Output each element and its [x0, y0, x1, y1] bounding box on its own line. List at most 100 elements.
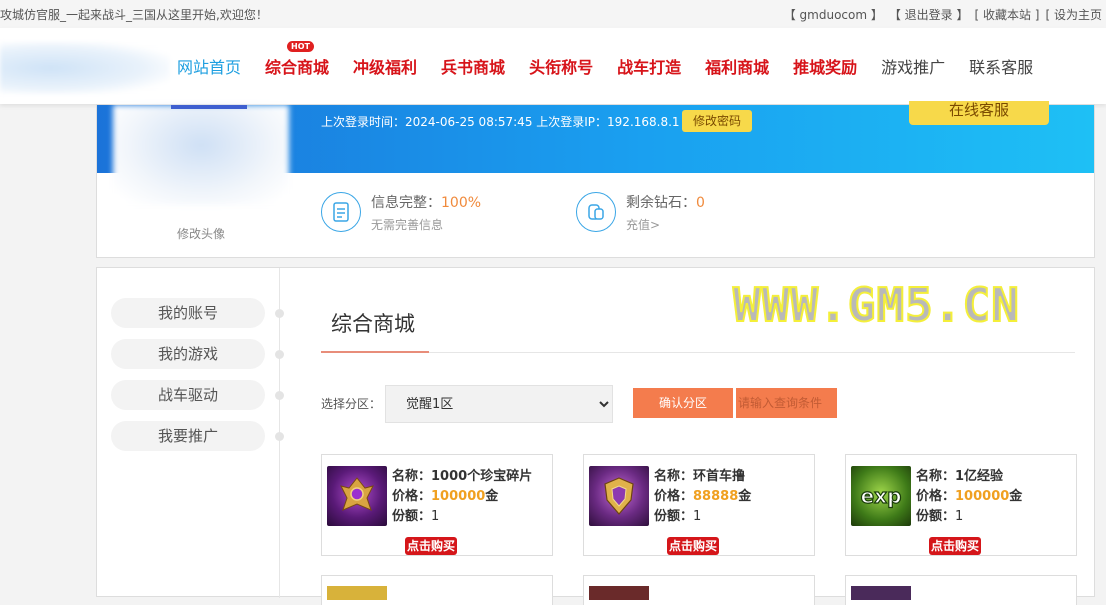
zone-select[interactable]: 觉醒1区 — [385, 385, 613, 423]
product-info: 名称：1000个珍宝碎片 价格：100000金 份额：1 — [392, 467, 532, 527]
info-sub: 无需完善信息 — [371, 218, 444, 232]
product-price-row: 价格：88888金 — [654, 487, 751, 507]
diamond-label: 剩余钻石：0 — [626, 192, 705, 212]
nav-item-mall-label: 综合商城 — [265, 58, 330, 77]
product-share-row: 份额：1 — [916, 507, 1022, 527]
logout-link[interactable]: 【 退出登录 】 — [889, 6, 969, 23]
info-value: 100% — [441, 195, 482, 211]
share-label: 份额： — [392, 509, 432, 524]
zone-label: 选择分区： — [321, 397, 382, 411]
document-icon — [321, 192, 361, 232]
welcome-text: 攻城仿官服_一起来战斗_三国从这里开始,欢迎您！ — [0, 8, 268, 22]
product-card-partial — [845, 575, 1077, 605]
svg-text:exp: exp — [861, 484, 902, 508]
profile-card: 上次登录时间：2024-06-25 08:57:45 上次登录IP：192.16… — [96, 101, 1095, 258]
nav-items: 网站首页 综合商城 HOT 冲级福利 兵书商城 头衔称号 战车打造 福利商城 推… — [165, 28, 1045, 104]
nav-item-push-reward[interactable]: 推城奖励 — [781, 54, 869, 78]
diamond-label-text: 剩余钻石： — [626, 195, 696, 211]
avatar[interactable] — [113, 105, 289, 205]
price-unit: 金 — [1009, 489, 1023, 504]
name-label: 名称： — [916, 469, 956, 484]
online-service-button[interactable]: 在线客服 — [909, 101, 1049, 125]
sidebar-item-account[interactable]: 我的账号 — [111, 298, 265, 328]
sidebar-dot — [275, 432, 284, 441]
avatar-top-bar — [171, 105, 247, 109]
buy-button[interactable]: 点击购买 — [667, 537, 719, 555]
exp-icon: exp — [851, 466, 911, 526]
title-divider-accent — [321, 351, 429, 353]
main-nav: 网站首页 综合商城 HOT 冲级福利 兵书商城 头衔称号 战车打造 福利商城 推… — [0, 28, 1106, 104]
nav-item-book-mall[interactable]: 兵书商城 — [429, 54, 517, 78]
product-name-row: 名称：1000个珍宝碎片 — [392, 467, 532, 487]
product-price-row: 价格：100000金 — [392, 487, 532, 507]
share-label: 份额： — [654, 509, 694, 524]
info-label-text: 信息完整： — [371, 195, 441, 211]
product-name: 1000个珍宝碎片 — [431, 469, 533, 484]
product-image-partial — [851, 586, 911, 600]
price-unit: 金 — [738, 489, 752, 504]
product-info: 名称：环首车撸 价格：88888金 份额：1 — [654, 467, 751, 527]
product-price: 100000 — [955, 489, 1010, 504]
bookmark-link[interactable]: [ 收藏本站 ] — [975, 6, 1040, 23]
site-logo[interactable] — [0, 42, 170, 94]
hot-badge: HOT — [287, 41, 314, 52]
product-price: 100000 — [431, 489, 486, 504]
product-share: 1 — [693, 509, 702, 524]
nav-item-support[interactable]: 联系客服 — [957, 54, 1045, 78]
golden-shield-emblem-icon — [589, 466, 649, 526]
product-card-partial — [583, 575, 815, 605]
product-share-row: 份额：1 — [654, 507, 751, 527]
buy-button[interactable]: 点击购买 — [929, 537, 981, 555]
product-image-partial — [589, 586, 649, 600]
product-share: 1 — [955, 509, 964, 524]
product-image-partial — [327, 586, 387, 600]
recharge-link[interactable]: 充值> — [626, 216, 660, 233]
price-label: 价格： — [654, 489, 694, 504]
product-info: 名称：1亿经验 价格：100000金 份额：1 — [916, 467, 1022, 527]
product-name: 1亿经验 — [955, 469, 1004, 484]
buy-button[interactable]: 点击购买 — [405, 537, 457, 555]
product-card: exp 名称：1亿经验 价格：100000金 份额：1 点击购买 — [845, 454, 1077, 556]
sidebar-item-promote[interactable]: 我要推广 — [111, 421, 265, 451]
sidebar-item-chariot-drive[interactable]: 战车驱动 — [111, 380, 265, 410]
watermark: WWW.GM5.CN — [732, 277, 1020, 333]
nav-item-promotion[interactable]: 游戏推广 — [869, 54, 957, 78]
change-avatar-link[interactable]: 修改头像 — [177, 225, 225, 242]
price-label: 价格： — [392, 489, 432, 504]
nav-item-level-welfare[interactable]: 冲级福利 — [341, 54, 429, 78]
product-share: 1 — [431, 509, 440, 524]
nav-item-chariot[interactable]: 战车打造 — [605, 54, 693, 78]
top-bar: 攻城仿官服_一起来战斗_三国从这里开始,欢迎您！ 【 gmduocom 】 【 … — [0, 0, 1106, 28]
sidebar-item-games[interactable]: 我的游戏 — [111, 339, 265, 369]
page-title: 综合商城 — [331, 312, 415, 336]
price-unit: 金 — [485, 489, 499, 504]
account-link[interactable]: 【 gmduocom 】 — [784, 6, 883, 23]
product-name-row: 名称：1亿经验 — [916, 467, 1022, 487]
price-label: 价格： — [916, 489, 956, 504]
nav-item-mall[interactable]: 综合商城 HOT — [253, 41, 341, 78]
sidebar-dot — [275, 309, 284, 318]
online-service-label: 在线客服 — [948, 101, 1009, 119]
nav-item-welfare-mall[interactable]: 福利商城 — [693, 54, 781, 78]
coin-stack-icon — [576, 192, 616, 232]
purple-gem-emblem-icon — [327, 466, 387, 526]
change-password-button[interactable]: 修改密码 — [682, 110, 752, 132]
last-login-info: 上次登录时间：2024-06-25 08:57:45 上次登录IP：192.16… — [321, 115, 680, 129]
sidebar-dot — [275, 391, 284, 400]
product-name: 环首车撸 — [693, 469, 746, 484]
name-label: 名称： — [392, 469, 432, 484]
confirm-zone-button[interactable]: 确认分区 — [633, 388, 733, 418]
set-homepage-link[interactable]: [ 设为主页 — [1046, 6, 1103, 23]
product-card: 名称：1000个珍宝碎片 价格：100000金 份额：1 点击购买 — [321, 454, 553, 556]
product-card: 名称：环首车撸 价格：88888金 份额：1 点击购买 — [583, 454, 815, 556]
product-price: 88888 — [693, 489, 739, 504]
nav-item-home[interactable]: 网站首页 — [165, 54, 253, 78]
top-links: 【 gmduocom 】 【 退出登录 】 [ 收藏本站 ] [ 设为主页 — [784, 6, 1102, 23]
sidebar: 我的账号 我的游戏 战车驱动 我要推广 — [97, 268, 284, 598]
product-share-row: 份额：1 — [392, 507, 532, 527]
nav-item-titles[interactable]: 头衔称号 — [517, 54, 605, 78]
share-label: 份额： — [916, 509, 956, 524]
name-label: 名称： — [654, 469, 694, 484]
query-input[interactable] — [736, 388, 837, 418]
title-divider — [321, 352, 1075, 353]
